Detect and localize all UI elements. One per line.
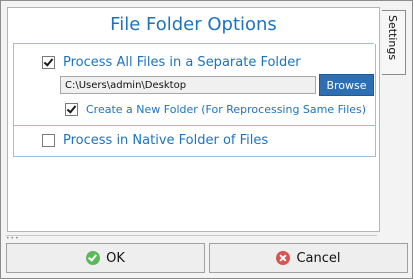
- create-folder-checkbox[interactable]: [65, 103, 78, 116]
- cancel-circle-icon: [276, 251, 291, 265]
- cancel-button-label: Cancel: [296, 250, 341, 266]
- settings-tab-label: Settings: [386, 15, 399, 61]
- check-circle-icon: [86, 251, 101, 265]
- ok-button-label: OK: [106, 250, 125, 266]
- create-folder-option[interactable]: Create a New Folder (For Reprocessing Sa…: [65, 103, 366, 116]
- resize-grip[interactable]: •••: [6, 235, 20, 242]
- native-folder-label[interactable]: Process in Native Folder of Files: [63, 133, 268, 148]
- browse-button[interactable]: Browse: [319, 74, 374, 96]
- file-folder-options-dialog: File Folder Options Process All Files in…: [0, 0, 413, 279]
- dialog-title: File Folder Options: [110, 14, 277, 35]
- ok-button[interactable]: OK: [6, 243, 205, 273]
- options-panel: File Folder Options Process All Files in…: [7, 7, 380, 232]
- settings-tab[interactable]: Settings: [382, 10, 406, 75]
- folder-path-input[interactable]: [60, 76, 316, 94]
- separate-folder-option[interactable]: Process All Files in a Separate Folder: [42, 55, 301, 70]
- native-folder-option[interactable]: Process in Native Folder of Files: [42, 133, 268, 148]
- separate-folder-label[interactable]: Process All Files in a Separate Folder: [63, 55, 301, 70]
- native-folder-group: Process in Native Folder of Files: [13, 125, 376, 157]
- separate-folder-group: Process All Files in a Separate Folder B…: [13, 44, 376, 126]
- create-folder-label[interactable]: Create a New Folder (For Reprocessing Sa…: [86, 103, 366, 116]
- separate-folder-checkbox[interactable]: [42, 56, 55, 69]
- native-folder-checkbox[interactable]: [42, 134, 55, 147]
- cancel-button[interactable]: Cancel: [209, 243, 408, 273]
- footer-divider: [6, 235, 377, 238]
